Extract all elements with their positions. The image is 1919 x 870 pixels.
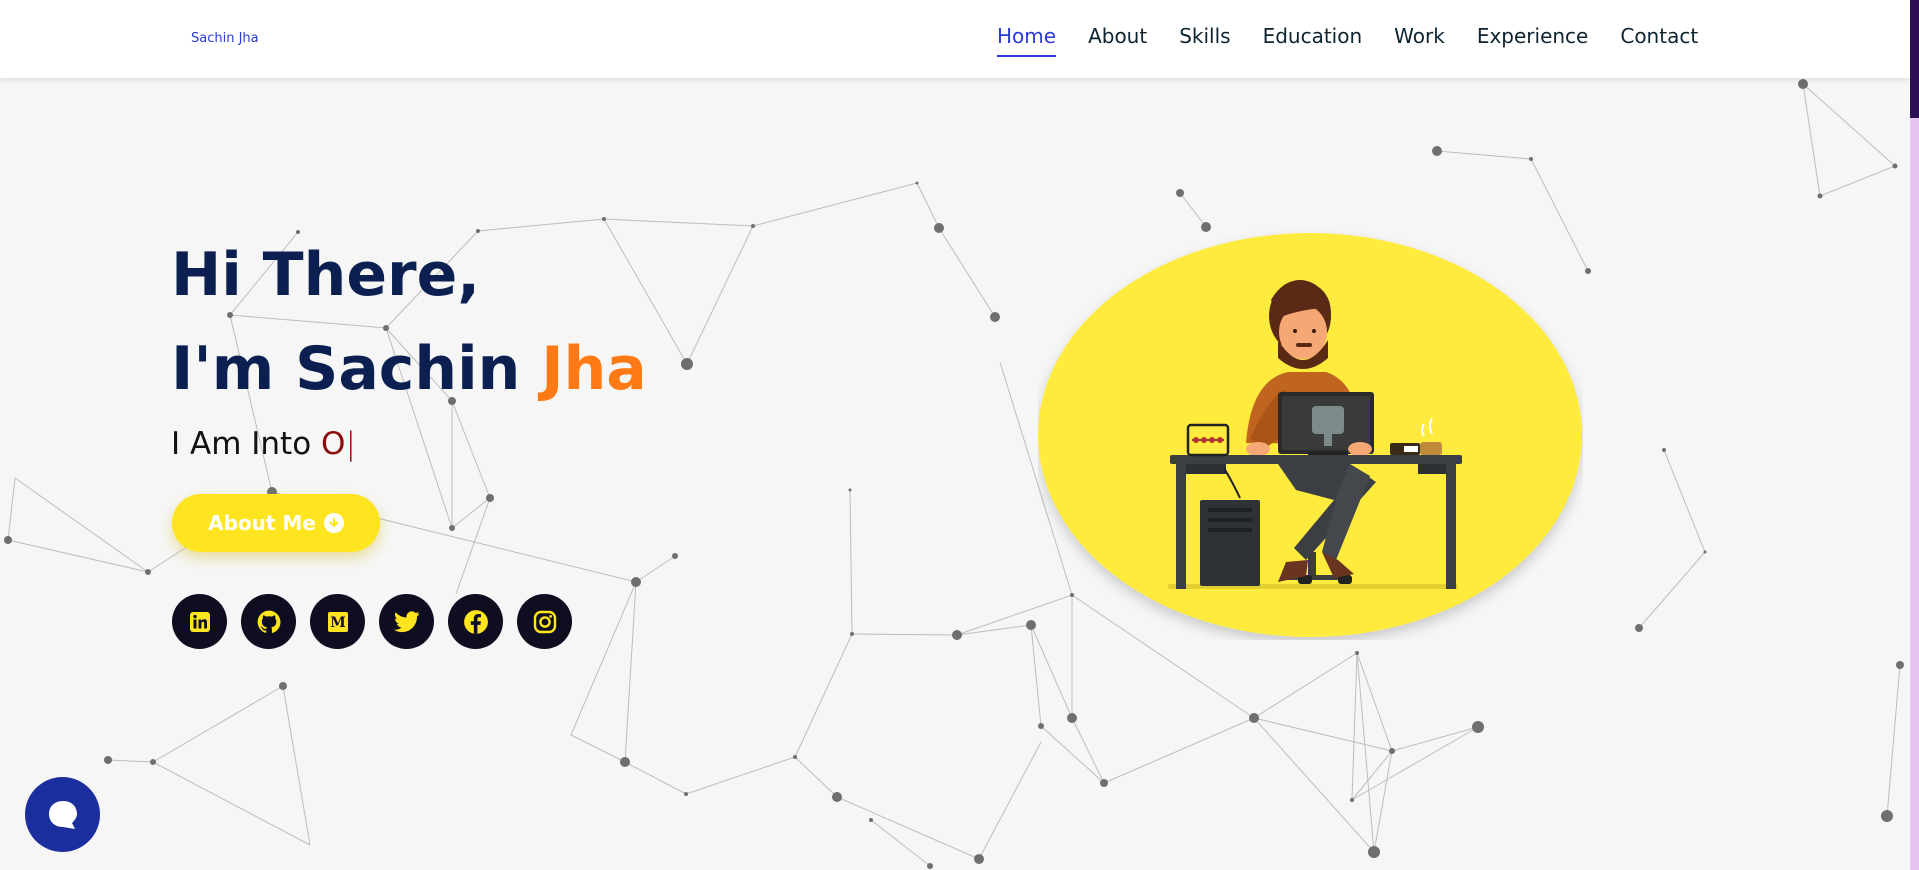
nav-link-experience[interactable]: Experience [1477,24,1589,57]
medium-icon: M [327,611,348,632]
chat-bubble-icon [48,800,77,829]
nav-link-education[interactable]: Education [1263,24,1363,57]
twitter-icon [393,610,420,632]
instagram-link[interactable] [517,594,572,649]
hero-heading: Hi There, I'm Sachin Jha [171,228,647,416]
facebook-link[interactable] [448,594,503,649]
nav-link-about[interactable]: About [1088,24,1147,57]
about-me-label: About Me [208,511,316,535]
developer-illustration [1038,233,1582,637]
about-me-button[interactable]: About Me [172,494,380,552]
nav-link-skills[interactable]: Skills [1179,24,1230,57]
hero-name-line: I'm Sachin Jha [171,322,647,416]
top-navbar: Sachin Jha Home About Skills Education W… [0,0,1910,78]
typing-word: O [321,426,346,462]
arrow-down-circle-icon [323,513,344,533]
nav-link-contact[interactable]: Contact [1620,24,1698,57]
medium-link[interactable]: M [310,594,365,649]
brand-logo-link[interactable]: Sachin Jha [191,31,259,46]
github-link[interactable] [241,594,296,649]
nav-link-work[interactable]: Work [1394,24,1445,57]
page-scrollbar[interactable] [1910,0,1919,870]
social-links: M [172,594,572,649]
hero-name-accent: Jha [541,334,647,404]
hero-name-prefix: I'm Sachin [171,334,542,404]
linkedin-icon [189,611,210,632]
instagram-icon [533,610,556,633]
hero-greeting: Hi There, [171,240,481,310]
nav-menu: Home About Skills Education Work Experie… [997,24,1730,57]
svg-text:M: M [330,615,346,631]
typing-prefix: I Am Into [171,426,322,462]
scrollbar-thumb[interactable] [1910,0,1919,118]
nav-link-home[interactable]: Home [997,24,1057,57]
typing-text: I Am Into O| [171,426,356,462]
typing-cursor: | [345,426,356,462]
github-icon [257,610,280,633]
twitter-link[interactable] [379,594,434,649]
chat-launcher-button[interactable] [25,777,100,852]
facebook-icon [463,609,488,634]
linkedin-link[interactable] [172,594,227,649]
